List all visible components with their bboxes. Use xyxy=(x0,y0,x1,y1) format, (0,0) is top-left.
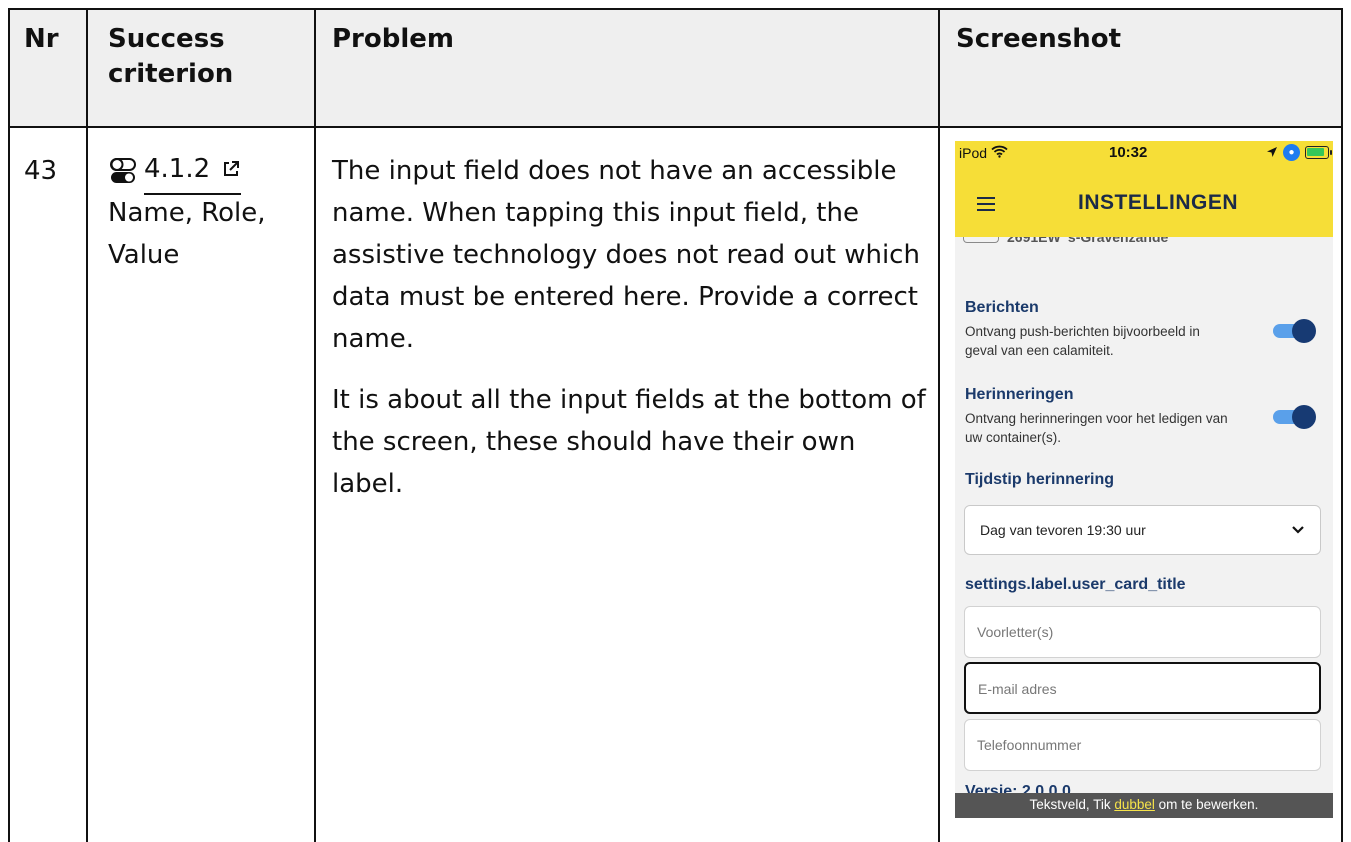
status-bar: iPod 10:32 ● xyxy=(955,141,1333,167)
voiceover-caption: Tekstveld, Tik dubbel om te bewerken. xyxy=(955,793,1333,818)
problem-paragraph-2: It is about all the input fields at the … xyxy=(332,385,926,499)
voiceover-text-end: om te bewerken. xyxy=(1154,797,1259,812)
column-divider-3 xyxy=(938,8,940,842)
berichten-title: Berichten xyxy=(965,299,1039,316)
email-input[interactable]: E-mail adres xyxy=(964,662,1321,714)
row-number: 43 xyxy=(24,156,58,186)
initials-placeholder: Voorletter(s) xyxy=(977,624,1054,640)
partial-input-box xyxy=(963,237,999,243)
carrier-label: iPod xyxy=(959,145,988,161)
status-time: 10:32 xyxy=(1109,144,1148,161)
tijdstip-value: Dag van tevoren 19:30 uur xyxy=(980,522,1146,538)
battery-charging-icon xyxy=(1305,146,1332,159)
tijdstip-select[interactable]: Dag van tevoren 19:30 uur xyxy=(964,505,1321,555)
success-criterion-link[interactable]: 4.1.2 xyxy=(144,148,242,195)
app-title: INSTELLINGEN xyxy=(1077,191,1238,214)
success-criterion-name: Name, Role, Value xyxy=(108,198,266,270)
wifi-icon xyxy=(991,145,1008,161)
email-placeholder: E-mail adres xyxy=(978,681,1057,697)
chevron-down-icon xyxy=(1290,521,1306,537)
header-nr: Nr xyxy=(24,24,59,54)
problem-paragraph-1: The input field does not have an accessi… xyxy=(332,156,920,354)
tijdstip-title: Tijdstip herinnering xyxy=(965,471,1115,488)
header-success-criterion: Success criterion xyxy=(108,24,234,89)
table-border-left xyxy=(8,8,10,842)
user-card-title: settings.label.user_card_title xyxy=(965,576,1186,593)
phone-number-placeholder: Telefoonnummer xyxy=(977,737,1082,753)
table-border-right xyxy=(1341,8,1343,842)
voiceover-text-start: Tekstveld, Tik xyxy=(1029,797,1115,812)
herinneringen-toggle[interactable] xyxy=(1265,405,1319,429)
header-screenshot: Screenshot xyxy=(956,24,1122,54)
success-criterion-number: 4.1.2 xyxy=(144,153,211,184)
microphone-icon: ● xyxy=(1283,144,1300,161)
initials-input[interactable]: Voorletter(s) xyxy=(964,606,1321,658)
herinneringen-description: Ontvang herinneringen voor het ledigen v… xyxy=(965,411,1228,445)
location-arrow-icon xyxy=(1266,145,1278,161)
problem-cell: The input field does not have an accessi… xyxy=(332,150,928,524)
success-criterion-cell: 4.1.2 Name, Role, Value xyxy=(108,150,308,276)
berichten-description: Ontvang push-berichten bijvoorbeeld in g… xyxy=(965,324,1200,358)
table-header-divider xyxy=(8,126,1343,128)
berichten-toggle[interactable] xyxy=(1265,319,1319,343)
header-problem: Problem xyxy=(332,24,454,54)
phone-number-input[interactable]: Telefoonnummer xyxy=(964,719,1321,771)
external-link-icon xyxy=(221,150,241,192)
column-divider-1 xyxy=(86,8,88,842)
herinneringen-title: Herinneringen xyxy=(965,386,1074,403)
toggle-switch-icon xyxy=(108,156,138,186)
column-divider-2 xyxy=(314,8,316,842)
app-screenshot: iPod 10:32 ● INSTELLINGEN 2691EW 's-Grav… xyxy=(955,141,1333,818)
voiceover-highlight: dubbel xyxy=(1114,797,1155,812)
table-border-top xyxy=(8,8,1343,10)
